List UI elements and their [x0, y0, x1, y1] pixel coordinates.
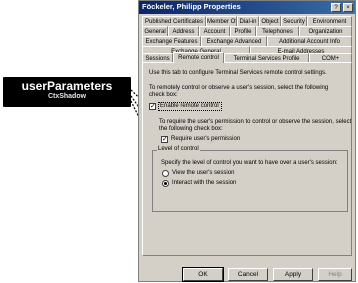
- tab-telephones[interactable]: Telephones: [256, 26, 299, 36]
- instruction-line1: To remotely control or observe a user's …: [149, 85, 329, 91]
- close-icon[interactable]: ×: [343, 3, 353, 12]
- apply-button[interactable]: Apply: [273, 268, 313, 281]
- view-session-label[interactable]: View the user's session: [172, 170, 234, 176]
- tab-additional-account-info[interactable]: Additional Account Info: [267, 36, 352, 46]
- enable-remote-control-label[interactable]: Enable remote control: [160, 103, 219, 109]
- radio-selected-dot: [164, 182, 167, 185]
- level-of-control-group: Level of control Specify the level of co…: [152, 146, 348, 212]
- tab-profile[interactable]: Profile: [230, 26, 256, 36]
- remote-control-panel: Use this tab to configure Terminal Servi…: [142, 62, 352, 256]
- tab-address[interactable]: Address: [168, 26, 199, 36]
- tab-general[interactable]: General: [142, 26, 168, 36]
- enable-remote-control-checkbox[interactable]: ✓: [149, 103, 156, 110]
- help-title-button[interactable]: ?: [331, 3, 341, 12]
- tab-exchange-features[interactable]: Exchange Features: [142, 36, 201, 46]
- tab-member-of[interactable]: Member Of: [206, 16, 237, 26]
- window-title: Föckeler, Philipp Properties: [142, 2, 241, 11]
- tab-published-certificates[interactable]: Published Certificates: [142, 16, 206, 26]
- ok-button[interactable]: OK: [182, 267, 224, 282]
- group-description: Specify the level of control you want to…: [161, 160, 338, 166]
- tab-environment[interactable]: Environment: [307, 16, 352, 26]
- help-button[interactable]: Help: [318, 268, 352, 281]
- tab-security[interactable]: Security: [281, 16, 307, 26]
- cancel-button[interactable]: Cancel: [228, 268, 268, 281]
- properties-dialog: Föckeler, Philipp Properties ? × Publish…: [138, 0, 356, 282]
- interact-session-radio[interactable]: [162, 180, 169, 187]
- require-permission-checkbox[interactable]: ✓: [161, 136, 168, 143]
- title-bar[interactable]: Föckeler, Philipp Properties ? ×: [139, 1, 355, 14]
- instruction-line2: check box:: [149, 92, 178, 98]
- intro-text: Use this tab to configure Terminal Servi…: [149, 70, 327, 76]
- tab-account[interactable]: Account: [199, 26, 230, 36]
- permission-line1: To require the user's permission to cont…: [159, 119, 352, 125]
- interact-session-label[interactable]: Interact with the session: [172, 180, 236, 186]
- require-permission-label[interactable]: Require user's permission: [171, 136, 240, 142]
- permission-line2: the following check box:: [159, 126, 223, 132]
- tab-remote-control[interactable]: Remote control: [173, 52, 224, 63]
- tab-dial-in[interactable]: Dial-in: [237, 16, 259, 26]
- tab-organization[interactable]: Organization: [299, 26, 352, 36]
- tab-object[interactable]: Object: [259, 16, 281, 26]
- group-title: Level of control: [157, 146, 200, 152]
- tab-exchange-advanced[interactable]: Exchange Advanced: [201, 36, 267, 46]
- view-session-radio[interactable]: [162, 170, 169, 177]
